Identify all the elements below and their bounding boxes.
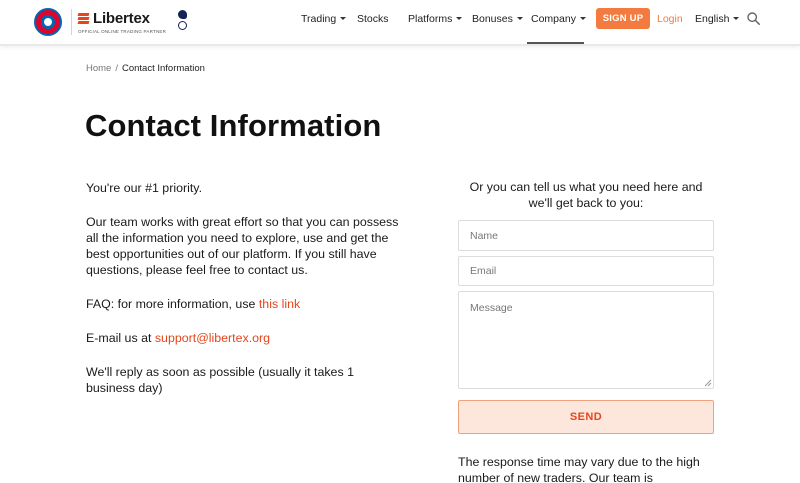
- nav-platforms[interactable]: Platforms: [408, 13, 463, 25]
- chevron-down-icon: [456, 16, 463, 20]
- priority-text: You're our #1 priority.: [86, 181, 203, 195]
- nav-trading[interactable]: Trading: [301, 13, 347, 25]
- message-textarea[interactable]: [458, 291, 714, 389]
- tottenham-badge-icon: [176, 10, 189, 34]
- faq-link[interactable]: this link: [259, 297, 300, 311]
- chevron-down-icon: [579, 16, 586, 20]
- libertex-logo: Libertex OFFICIAL ONLINE TRADING PARTNER: [77, 10, 167, 34]
- header-divider: [0, 44, 800, 46]
- partner-logos[interactable]: Libertex OFFICIAL ONLINE TRADING PARTNER: [34, 5, 189, 39]
- nav-company-label: Company: [531, 13, 576, 25]
- site-header: Libertex OFFICIAL ONLINE TRADING PARTNER…: [0, 0, 800, 44]
- fc-bayern-badge-icon: [34, 8, 62, 36]
- login-link[interactable]: Login: [657, 13, 683, 25]
- signup-button[interactable]: SIGN UP: [596, 8, 650, 29]
- breadcrumb-home-link[interactable]: Home: [86, 63, 111, 74]
- email-input[interactable]: [458, 256, 714, 286]
- search-icon[interactable]: [747, 12, 760, 25]
- page-title: Contact Information: [85, 108, 382, 143]
- reply-text: We'll reply as soon as possible (usually…: [86, 365, 354, 395]
- email-text: E-mail us at support@libertex.org: [86, 330, 406, 346]
- send-button[interactable]: SEND: [458, 400, 714, 434]
- nav-company[interactable]: Company: [531, 13, 586, 25]
- email-prefix: E-mail us at: [86, 331, 155, 345]
- chevron-down-icon: [516, 16, 523, 20]
- brand-name: Libertex: [93, 10, 150, 27]
- chevron-down-icon: [733, 16, 740, 20]
- nav-bonuses-label: Bonuses: [472, 13, 513, 25]
- faq-text: FAQ: for more information, use this link: [86, 296, 406, 312]
- breadcrumb: Home / Contact Information: [86, 63, 205, 74]
- chevron-down-icon: [340, 16, 347, 20]
- team-text: Our team works with great effort so that…: [86, 215, 399, 277]
- response-time-note: The response time may vary due to the hi…: [458, 455, 700, 483]
- resize-handle-icon[interactable]: [704, 379, 712, 387]
- nav-trading-label: Trading: [301, 13, 337, 25]
- nav-bonuses[interactable]: Bonuses: [472, 13, 523, 25]
- contact-info-text: You're our #1 priority. Our team works w…: [86, 180, 406, 414]
- nav-platforms-label: Platforms: [408, 13, 453, 25]
- breadcrumb-separator: /: [115, 63, 118, 74]
- support-email-link[interactable]: support@libertex.org: [155, 331, 270, 345]
- libertex-logo-icon: [77, 12, 90, 25]
- breadcrumb-current: Contact Information: [121, 63, 205, 74]
- name-input[interactable]: [458, 220, 714, 251]
- language-selector[interactable]: English: [695, 13, 740, 25]
- language-label: English: [695, 13, 730, 25]
- nav-stocks[interactable]: Stocks: [357, 13, 389, 25]
- brand-tagline: OFFICIAL ONLINE TRADING PARTNER: [78, 29, 167, 34]
- form-intro: Or you can tell us what you need here an…: [469, 180, 703, 210]
- faq-prefix: FAQ: for more information, use: [86, 297, 259, 311]
- nav-stocks-label: Stocks: [357, 13, 389, 25]
- logo-divider: [71, 9, 72, 35]
